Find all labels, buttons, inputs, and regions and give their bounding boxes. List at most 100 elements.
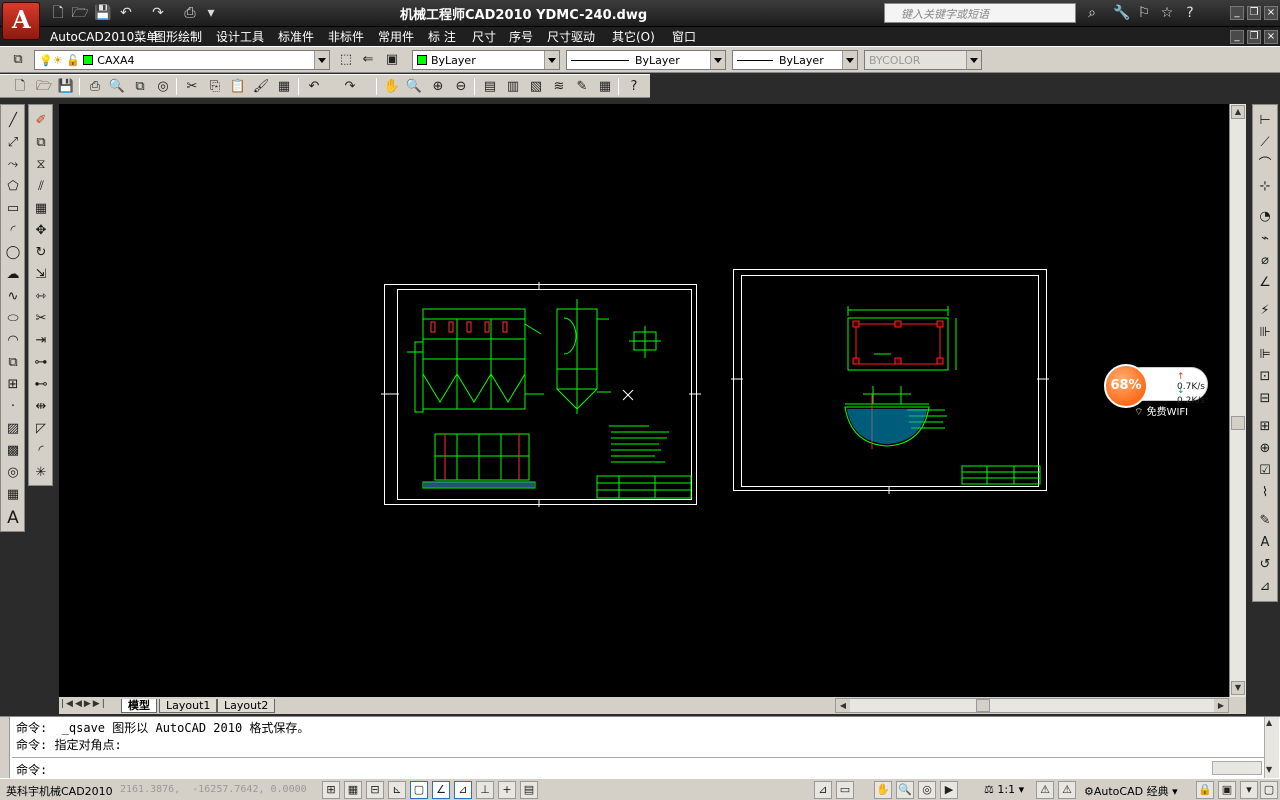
quick-dimension-icon[interactable]: ⚡ <box>1255 301 1275 321</box>
command-input[interactable] <box>60 760 1210 776</box>
redo-icon[interactable]: ↷ <box>148 4 168 22</box>
publish-icon[interactable]: ⧉ <box>130 77 150 96</box>
layer-manager-icon[interactable]: ⧉ <box>8 50 28 69</box>
showmotion-icon[interactable]: ▶ <box>940 781 958 799</box>
scroll-up-icon[interactable]: ▲ <box>1231 105 1245 119</box>
hardware-acceleration-icon[interactable]: ▣ <box>1218 781 1236 799</box>
vertical-scrollbar[interactable]: ▲ ▼ <box>1229 104 1246 697</box>
quick-access-dropdown-icon[interactable]: ▾ <box>201 4 221 22</box>
rotate-icon[interactable]: ↻ <box>31 243 51 263</box>
make-block-icon[interactable]: ⊞ <box>3 375 23 395</box>
open-icon[interactable]: 🗁 <box>34 77 54 96</box>
baseline-dimension-icon[interactable]: ⊪ <box>1255 323 1275 343</box>
circle-icon[interactable]: ◯ <box>3 243 23 263</box>
rectangle-icon[interactable]: ▭ <box>3 199 23 219</box>
grid-display-icon[interactable]: ⊟ <box>366 781 384 799</box>
horizontal-scroll-thumb[interactable] <box>976 699 990 712</box>
erase-icon[interactable]: ✐ <box>31 111 51 131</box>
chamfer-icon[interactable]: ◸ <box>31 419 51 439</box>
menu-drawing[interactable]: 图形绘制 <box>154 28 202 45</box>
construction-line-icon[interactable]: ⤢ <box>3 133 23 153</box>
tab-layout1[interactable]: Layout1 <box>159 699 218 713</box>
model-space-icon[interactable]: ⊿ <box>814 781 832 799</box>
doc-minimize-button[interactable]: _ <box>1230 30 1244 44</box>
layer-dropdown[interactable]: 💡☀ 🔓 CAXA4 <box>34 50 330 70</box>
application-menu-button[interactable]: A <box>2 2 40 40</box>
match-properties-icon[interactable]: 🖌 <box>251 77 271 96</box>
dynamic-input-icon[interactable]: + <box>498 781 516 799</box>
undo-icon[interactable]: ↶ <box>116 4 136 22</box>
block-editor-icon[interactable]: ▦ <box>274 77 294 96</box>
tab-layout2[interactable]: Layout2 <box>217 699 276 713</box>
scroll-down-icon[interactable]: ▼ <box>1266 765 1272 774</box>
doc-close-button[interactable]: × <box>1264 30 1278 44</box>
binoculars-icon[interactable]: ⌕ <box>1082 4 1102 22</box>
save-icon[interactable]: 💾 <box>93 4 113 22</box>
workspace-switcher[interactable]: ⚙AutoCAD 经典 ▾ <box>1084 783 1178 799</box>
design-center-icon[interactable]: ▥ <box>503 77 523 96</box>
auto-scale-icon[interactable]: ⚠ <box>1058 781 1076 799</box>
jogged-linear-icon[interactable]: ⌇ <box>1255 483 1275 503</box>
insert-block-icon[interactable]: ⧉ <box>3 353 23 373</box>
linear-dimension-icon[interactable]: ⊢ <box>1255 111 1275 131</box>
menu-dimension-driven[interactable]: 尺寸驱动 <box>547 28 595 45</box>
region-icon[interactable]: ◎ <box>3 463 23 483</box>
trim-icon[interactable]: ✂ <box>31 309 51 329</box>
undo-icon[interactable]: ↶ <box>304 77 324 96</box>
table-icon[interactable]: ▦ <box>3 485 23 505</box>
annotation-scale[interactable]: ⚖ 1:1 ▾ <box>984 783 1024 796</box>
copy-object-icon[interactable]: ⧉ <box>31 133 51 153</box>
polar-tracking-icon[interactable]: ▢ <box>410 781 428 799</box>
tool-palettes-icon[interactable]: ▧ <box>526 77 546 96</box>
join-icon[interactable]: ⇹ <box>31 397 51 417</box>
explode-icon[interactable]: ✳ <box>31 463 51 483</box>
zoom-realtime-icon[interactable]: 🔍 <box>404 77 424 96</box>
coordinate-readout[interactable]: 2161.3876, -16257.7642, 0.0000 <box>120 784 307 795</box>
menu-common-parts[interactable]: 常用件 <box>378 28 414 45</box>
help-icon[interactable]: ? <box>624 77 644 96</box>
array-icon[interactable]: ▦ <box>31 199 51 219</box>
layout-icon[interactable]: ▭ <box>836 781 854 799</box>
menu-standard-parts[interactable]: 标准件 <box>278 28 314 45</box>
point-icon[interactable]: · <box>3 397 23 417</box>
tolerance-icon[interactable]: ⊞ <box>1255 417 1275 437</box>
zoom-previous-icon[interactable]: ⊖ <box>451 77 471 96</box>
multiline-text-icon[interactable]: A <box>3 508 23 528</box>
new-file-icon[interactable]: 🗋 <box>48 4 68 22</box>
lock-icon[interactable]: 🔒 <box>1196 781 1214 799</box>
make-current-layer-icon[interactable]: ⬚ <box>336 50 356 69</box>
scroll-down-icon[interactable]: ▼ <box>1231 681 1245 695</box>
3d-dwf-icon[interactable]: ◎ <box>153 77 173 96</box>
dimension-space-icon[interactable]: ⊡ <box>1255 367 1275 387</box>
allow-ucs-icon[interactable]: ⊥ <box>476 781 494 799</box>
pan-status-icon[interactable]: ✋ <box>874 781 892 799</box>
ellipse-icon[interactable]: ⬭ <box>3 309 23 329</box>
minimize-window-button[interactable]: _ <box>1230 6 1244 20</box>
ordinate-dimension-icon[interactable]: ⊹ <box>1255 177 1275 197</box>
tab-model[interactable]: 模型 <box>121 699 157 713</box>
diameter-dimension-icon[interactable]: ⌀ <box>1255 251 1275 271</box>
scroll-up-icon[interactable]: ▲ <box>1266 718 1272 727</box>
scroll-left-icon[interactable]: ◀ <box>836 699 850 712</box>
close-window-button[interactable]: × <box>1264 6 1278 20</box>
cut-icon[interactable]: ✂ <box>182 77 202 96</box>
steering-wheel-icon[interactable]: ◎ <box>918 781 936 799</box>
stretch-icon[interactable]: ⇿ <box>31 287 51 307</box>
edit-dimension-text-icon[interactable]: A <box>1255 533 1275 553</box>
communication-center-icon[interactable]: 🔧 <box>1112 4 1132 22</box>
favorites-star-icon[interactable]: ☆ <box>1157 4 1177 22</box>
tab-navigation-arrows-icon[interactable]: |◀◀▶▶| <box>61 699 107 709</box>
command-scrollbar[interactable] <box>1212 761 1262 775</box>
menu-nonstandard-parts[interactable]: 非标件 <box>328 28 364 45</box>
zoom-status-icon[interactable]: 🔍 <box>896 781 914 799</box>
menu-annotate[interactable]: 标 注 <box>428 28 456 45</box>
lineweight-dropdown[interactable]: ByLayer <box>732 50 858 70</box>
break-icon[interactable]: ⊷ <box>31 375 51 395</box>
restore-window-button[interactable]: ❐ <box>1247 6 1261 20</box>
dimension-update-icon[interactable]: ↺ <box>1255 555 1275 575</box>
inspection-icon[interactable]: ☑ <box>1255 461 1275 481</box>
dimension-break-icon[interactable]: ⊟ <box>1255 389 1275 409</box>
plot-icon[interactable]: ⎙ <box>85 77 105 96</box>
spline-icon[interactable]: ∿ <box>3 287 23 307</box>
radius-dimension-icon[interactable]: ◔ <box>1255 207 1275 227</box>
